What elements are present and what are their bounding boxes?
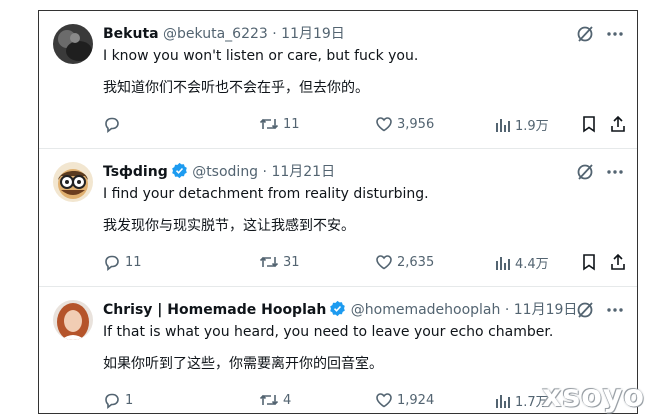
handle[interactable]: @bekuta_6223 xyxy=(163,26,268,42)
tweet-top-actions xyxy=(575,300,625,320)
retweet-count: 31 xyxy=(283,254,300,270)
views-icon xyxy=(496,118,510,132)
tweet[interactable]: Bekuta @bekuta_6223 · 11月19日 I know you … xyxy=(39,11,637,149)
reply-icon xyxy=(105,117,119,133)
retweet-count: 11 xyxy=(283,116,300,132)
view-count: 4.4万 xyxy=(515,257,549,272)
tweet-text-english: If that is what you heard, you need to l… xyxy=(103,324,554,340)
views-icon xyxy=(496,256,510,270)
reply-button[interactable] xyxy=(103,115,125,133)
separator: · xyxy=(272,26,277,42)
action-bar: 11 31 2,635 4.4万 xyxy=(95,253,631,273)
bookmark-icon xyxy=(583,254,595,271)
action-bar: 11 3,956 1.9万 xyxy=(95,115,631,135)
timestamp[interactable]: 11月19日 xyxy=(281,26,345,42)
like-button[interactable]: 1,924 xyxy=(375,391,434,409)
grok-icon[interactable] xyxy=(575,300,595,320)
timestamp[interactable]: 11月21日 xyxy=(271,164,335,180)
bookmark-button[interactable] xyxy=(581,253,597,271)
tweet-thread: Bekuta @bekuta_6223 · 11月19日 I know you … xyxy=(38,10,638,414)
verified-badge-icon xyxy=(329,300,346,321)
share-icon xyxy=(611,253,625,270)
more-icon[interactable] xyxy=(605,162,625,182)
share-icon xyxy=(611,115,625,132)
retweet-count: 4 xyxy=(283,392,292,408)
avatar[interactable] xyxy=(53,24,93,64)
display-name[interactable]: Bekuta xyxy=(103,26,159,42)
grok-icon[interactable] xyxy=(575,162,595,182)
tweet-text-chinese: 我发现你与现实脱节，这让我感到不安。 xyxy=(103,218,355,234)
views-button[interactable]: 1.9万 xyxy=(495,115,549,134)
tweet-header: Tsфding @tsoding · 11月21日 xyxy=(103,161,335,181)
bookmark-icon xyxy=(583,116,595,133)
heart-icon xyxy=(376,255,392,270)
like-count: 2,635 xyxy=(397,254,435,270)
like-count: 3,956 xyxy=(397,116,435,132)
retweet-button[interactable]: 4 xyxy=(259,391,291,409)
views-button[interactable]: 4.4万 xyxy=(495,253,549,272)
display-name[interactable]: Chrisy | Homemade Hooplah xyxy=(103,302,326,318)
tweet-top-actions xyxy=(575,162,625,182)
avatar[interactable] xyxy=(53,162,93,202)
separator: · xyxy=(504,302,510,318)
grok-icon[interactable] xyxy=(575,24,595,44)
handle[interactable]: @tsoding xyxy=(192,164,258,180)
views-button[interactable]: 1.7万 xyxy=(495,391,549,410)
tweet-header: Chrisy | Homemade Hooplah @homemadehoopl… xyxy=(103,299,577,319)
timestamp[interactable]: 11月19日 xyxy=(514,302,578,318)
tweet-top-actions xyxy=(575,24,625,44)
avatar[interactable] xyxy=(53,300,93,340)
reply-count: 11 xyxy=(125,254,142,270)
tweet-text-chinese: 我知道你们不会听也不会在乎，但去你的。 xyxy=(103,80,369,96)
retweet-icon xyxy=(259,256,279,268)
separator: · xyxy=(262,164,267,180)
like-button[interactable]: 3,956 xyxy=(375,115,434,133)
share-button[interactable] xyxy=(609,115,627,133)
like-count: 1,924 xyxy=(397,392,435,408)
heart-icon xyxy=(376,117,392,132)
retweet-icon xyxy=(259,118,279,130)
tweet-text-english: I find your detachment from reality dist… xyxy=(103,186,429,202)
retweet-icon xyxy=(259,394,279,406)
view-count: 1.9万 xyxy=(515,119,549,134)
retweet-button[interactable]: 11 xyxy=(259,115,300,133)
tweet-header: Bekuta @bekuta_6223 · 11月19日 xyxy=(103,23,345,43)
bookmark-button[interactable] xyxy=(581,115,597,133)
like-button[interactable]: 2,635 xyxy=(375,253,434,271)
reply-count: 1 xyxy=(125,392,134,408)
handle[interactable]: @homemadehooplah xyxy=(351,302,501,318)
reply-button[interactable]: 11 xyxy=(103,253,142,271)
more-icon[interactable] xyxy=(605,300,625,320)
watermark: xsoyo xyxy=(542,379,645,414)
tweet[interactable]: Tsфding @tsoding · 11月21日 I find your de… xyxy=(39,149,637,287)
display-name[interactable]: Tsфding xyxy=(103,164,168,180)
heart-icon xyxy=(376,393,392,408)
reply-button[interactable]: 1 xyxy=(103,391,133,409)
tweet-text-chinese: 如果你听到了这些，你需要离开你的回音室。 xyxy=(103,356,383,372)
views-icon xyxy=(496,394,510,408)
reply-icon xyxy=(105,393,119,409)
tweet-text-english: I know you won't listen or care, but fuc… xyxy=(103,48,419,64)
share-button[interactable] xyxy=(609,253,627,271)
retweet-button[interactable]: 31 xyxy=(259,253,300,271)
verified-badge-icon xyxy=(171,162,188,183)
reply-icon xyxy=(105,255,119,271)
more-icon[interactable] xyxy=(605,24,625,44)
